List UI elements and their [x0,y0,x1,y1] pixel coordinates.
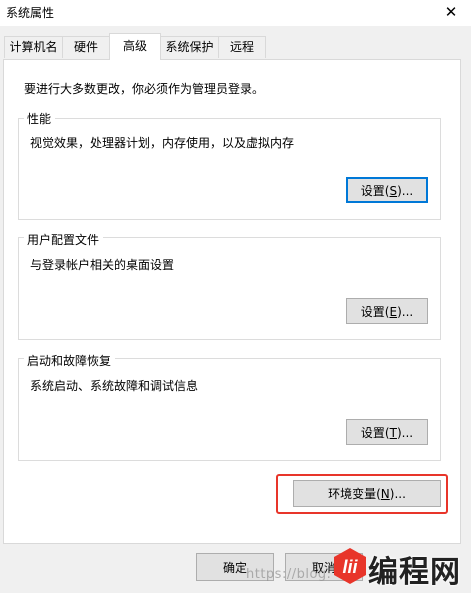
window-title: 系统属性 [6,6,55,20]
watermark-site-name: 编程网 [368,555,461,590]
tab-hardware[interactable]: 硬件 [62,36,110,58]
tab-remote[interactable]: 远程 [218,36,266,58]
startup-recovery-legend: 启动和故障恢复 [24,352,116,369]
startup-recovery-settings-button[interactable]: 设置(T)... [346,419,428,445]
user-profiles-group [18,237,441,340]
startup-recovery-settings-label: 设置(T)... [360,425,414,440]
performance-legend: 性能 [24,110,56,127]
tab-computer-name[interactable]: 计算机名 [4,36,63,58]
close-icon[interactable]: ✕ [440,2,462,22]
watermark-logo-icon: lii [334,548,366,584]
tab-system-protection[interactable]: 系统保护 [160,36,219,58]
performance-settings-label: 设置(S)... [360,183,414,198]
tab-advanced[interactable]: 高级 [109,33,161,60]
highlight-annotation [276,474,448,514]
startup-recovery-group [18,358,441,461]
user-profiles-legend: 用户配置文件 [24,231,104,248]
admin-notice: 要进行大多数更改，你必须作为管理员登录。 [24,82,265,96]
performance-settings-button[interactable]: 设置(S)... [346,177,428,203]
user-profiles-settings-label: 设置(E)... [360,304,414,319]
title-bar [0,0,471,26]
watermark-url: https://blog. [246,567,332,582]
startup-recovery-description: 系统启动、系统故障和调试信息 [30,379,199,393]
performance-description: 视觉效果，处理器计划，内存使用，以及虚拟内存 [30,136,295,150]
watermark-logo-glyph: lii [342,557,358,577]
user-profiles-description: 与登录帐户相关的桌面设置 [30,258,175,272]
ok-label: 确定 [222,560,247,575]
user-profiles-settings-button[interactable]: 设置(E)... [346,298,428,324]
